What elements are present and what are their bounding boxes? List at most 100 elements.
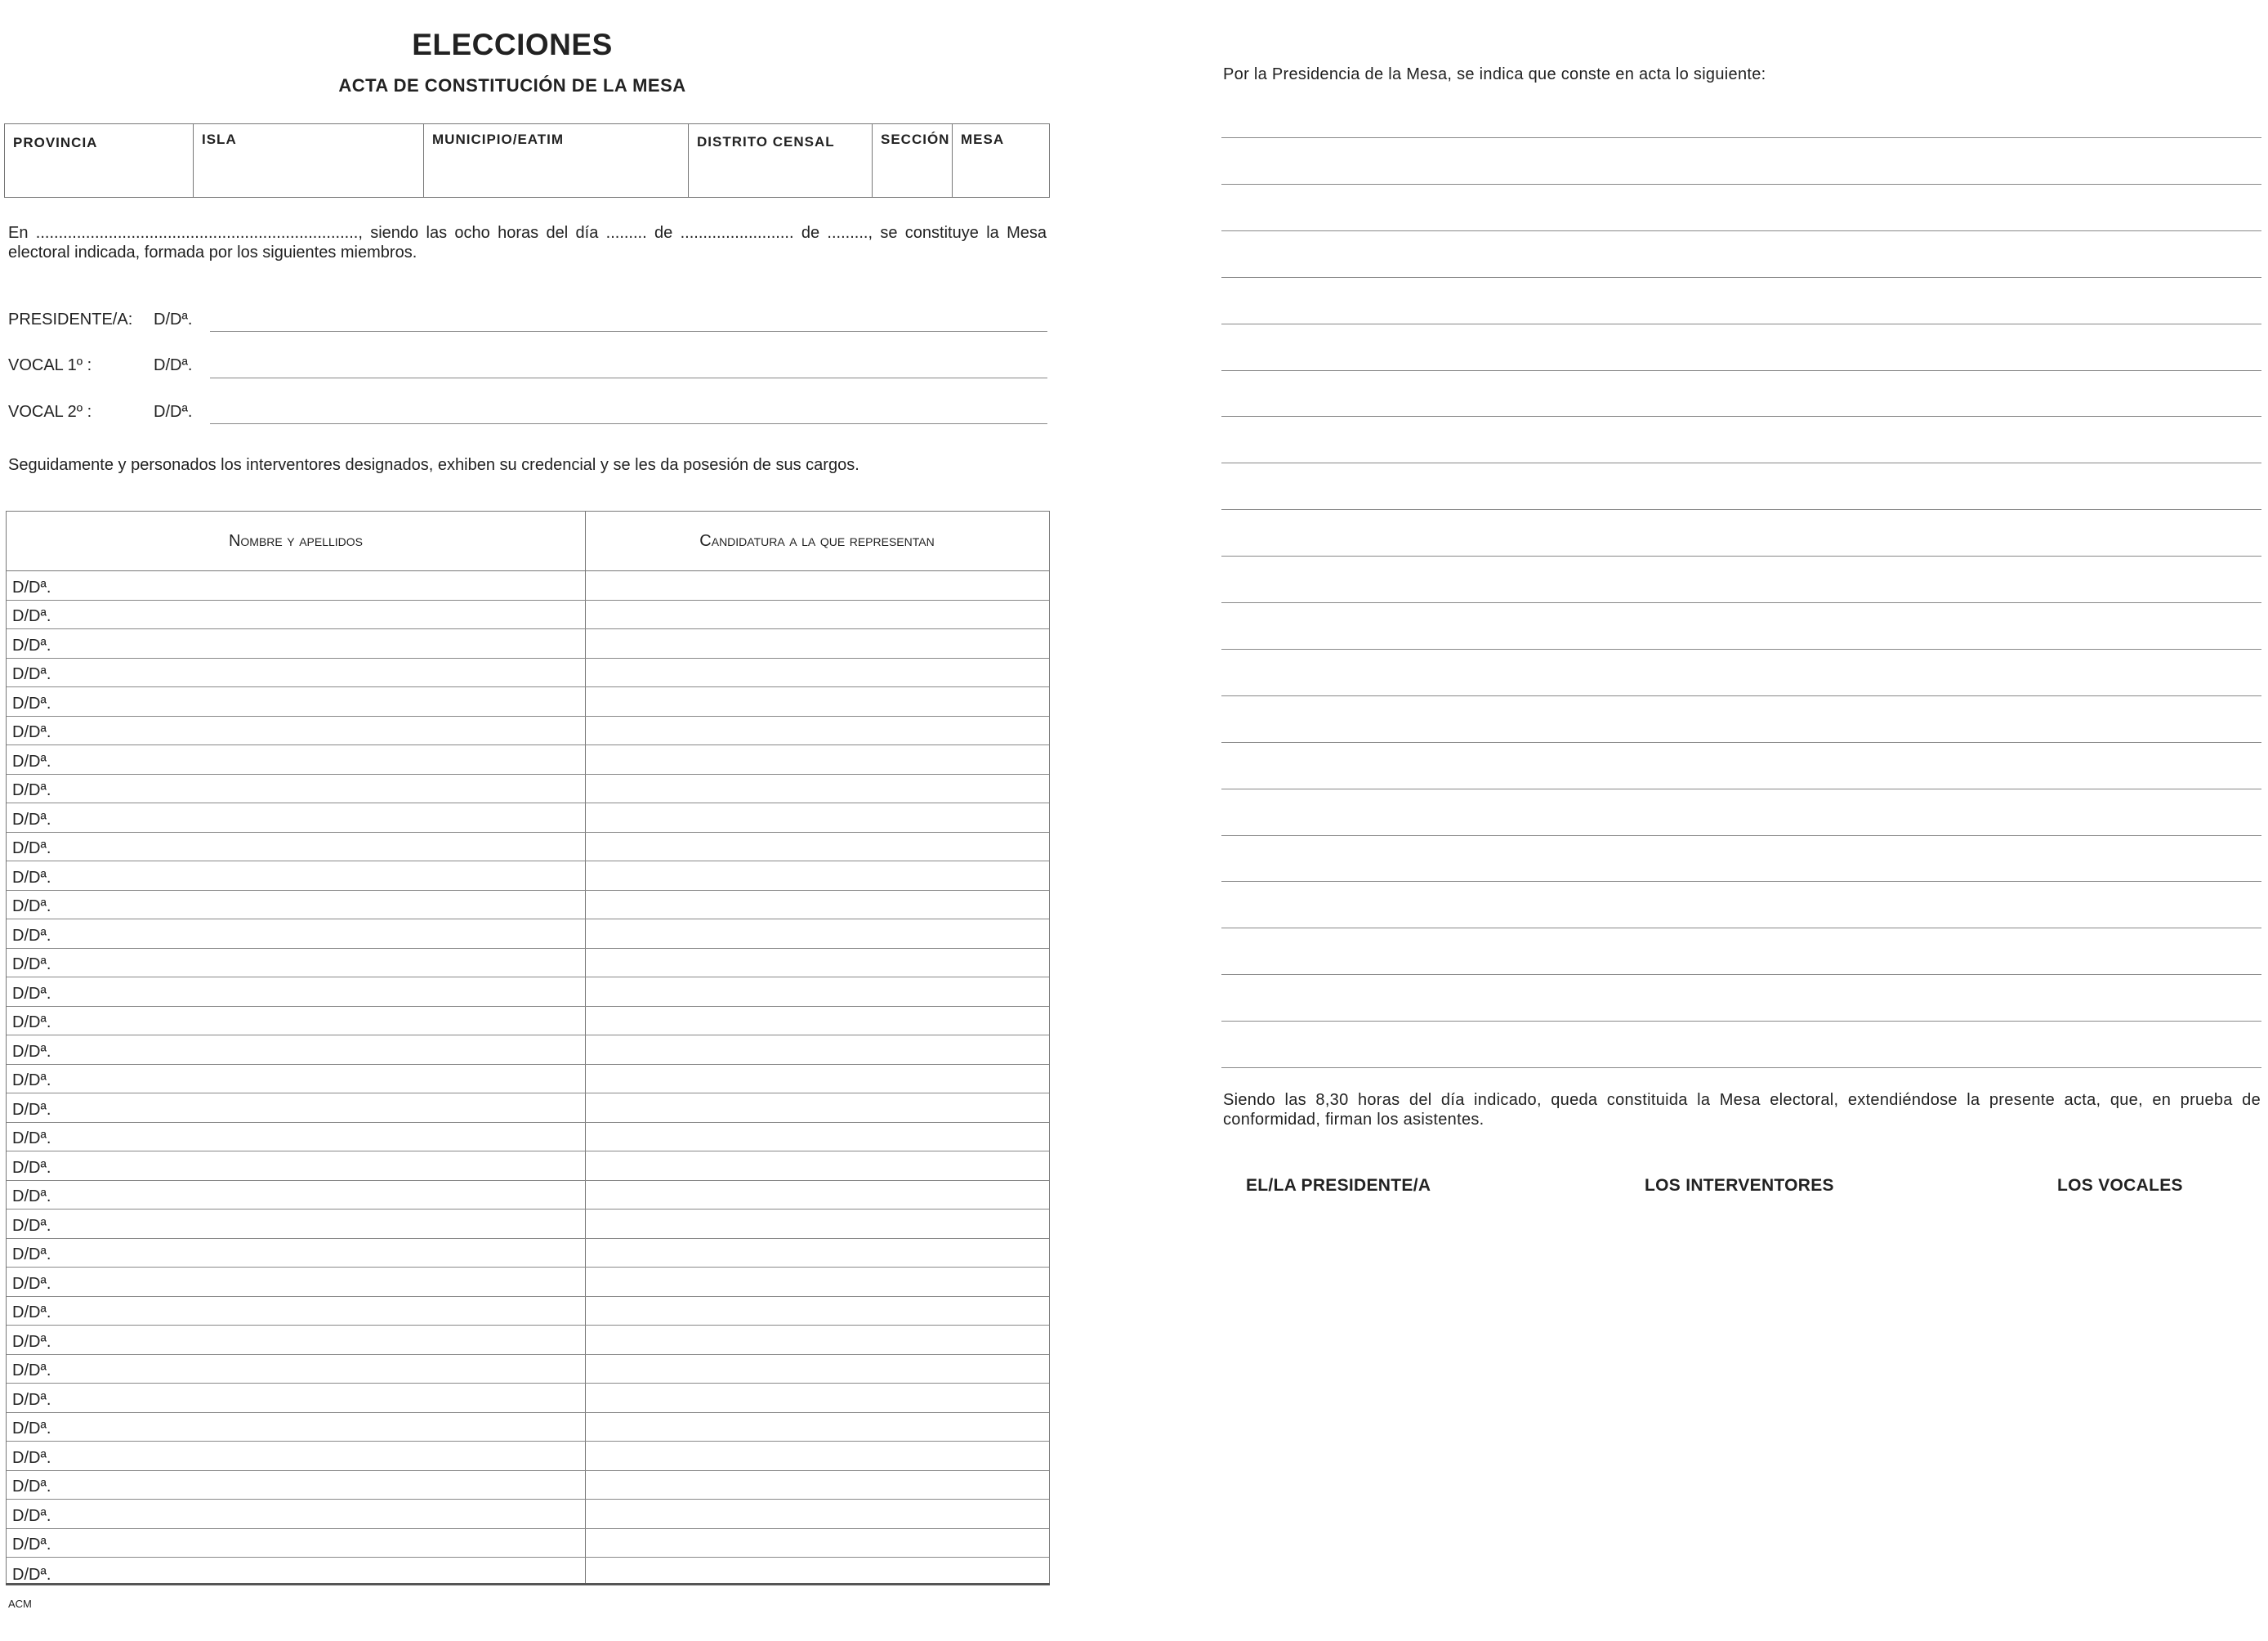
table-row[interactable]: D/Dª. <box>7 717 1049 745</box>
table-row[interactable]: D/Dª. <box>7 1413 1049 1442</box>
row-name-prefix: D/Dª. <box>12 1158 51 1177</box>
table-row[interactable]: D/Dª. <box>7 1239 1049 1268</box>
row-name-prefix: D/Dª. <box>12 1129 51 1147</box>
table-row[interactable]: D/Dª. <box>7 601 1049 629</box>
table-row[interactable]: D/Dª. <box>7 1326 1049 1355</box>
table-row[interactable]: D/Dª. <box>7 745 1049 775</box>
table-row[interactable]: D/Dª. <box>7 1035 1049 1065</box>
note-line[interactable] <box>1221 276 2261 278</box>
row-name-prefix: D/Dª. <box>12 1420 51 1438</box>
table-row[interactable]: D/Dª. <box>7 1384 1049 1413</box>
table-row[interactable]: D/Dª. <box>7 687 1049 717</box>
note-line[interactable] <box>1221 556 2261 557</box>
note-line[interactable] <box>1221 602 2261 603</box>
header-field-provincia: PROVINCIA <box>13 135 98 150</box>
note-line[interactable] <box>1221 741 2261 743</box>
vocal-2-name-line[interactable] <box>210 423 1047 424</box>
table-row[interactable]: D/Dª. <box>7 977 1049 1007</box>
table-row[interactable]: D/Dª. <box>7 1123 1049 1151</box>
note-line[interactable] <box>1221 230 2261 231</box>
row-name-prefix: D/Dª. <box>12 1536 51 1554</box>
note-line[interactable] <box>1221 416 2261 418</box>
note-line[interactable] <box>1221 509 2261 511</box>
row-name-prefix: D/Dª. <box>12 1565 51 1584</box>
table-row[interactable]: D/Dª. <box>7 1297 1049 1326</box>
row-name-prefix: D/Dª. <box>12 1506 51 1525</box>
table-row[interactable]: D/Dª. <box>7 1471 1049 1500</box>
table-row[interactable]: D/Dª. <box>7 919 1049 949</box>
table-row[interactable]: D/Dª. <box>7 1268 1049 1297</box>
header-field-distrito-censal: DISTRITO CENSAL <box>688 124 872 197</box>
header-field-seccion: SECCIÓN <box>872 124 952 197</box>
member-role-president: PRESIDENTE/A: <box>8 311 133 329</box>
table-row[interactable]: D/Dª. <box>7 861 1049 891</box>
president-name-line[interactable] <box>210 331 1047 332</box>
row-name-prefix: D/Dª. <box>12 1071 51 1089</box>
note-line[interactable] <box>1221 369 2261 371</box>
table-row[interactable]: D/Dª. <box>7 775 1049 803</box>
document-title: ELECCIONES <box>412 28 613 61</box>
notes-intro: Por la Presidencia de la Mesa, se indica… <box>1223 65 1766 83</box>
interventores-paragraph: Seguidamente y personados los intervento… <box>8 456 859 474</box>
table-row[interactable]: D/Dª. <box>7 1181 1049 1210</box>
row-name-prefix: D/Dª. <box>12 868 51 887</box>
row-name-prefix: D/Dª. <box>12 839 51 857</box>
member-prefix-president: D/Dª. <box>154 311 193 329</box>
row-name-prefix: D/Dª. <box>12 1362 51 1379</box>
note-line[interactable] <box>1221 648 2261 650</box>
row-name-prefix: D/Dª. <box>12 926 51 945</box>
closing-paragraph: Siendo las 8,30 horas del día indicado, … <box>1223 1091 2261 1129</box>
location-header-table: PROVINCIA ISLA MUNICIPIO/EATIM DISTRITO … <box>4 123 1050 198</box>
table-row[interactable]: D/Dª. <box>7 629 1049 659</box>
table-row[interactable]: D/Dª. <box>7 1500 1049 1529</box>
note-line[interactable] <box>1221 974 2261 976</box>
row-name-prefix: D/Dª. <box>12 694 51 713</box>
note-line[interactable] <box>1221 881 2261 883</box>
member-prefix-vocal-1: D/Dª. <box>154 356 193 374</box>
member-role-vocal-1: VOCAL 1º : <box>8 356 92 374</box>
note-line[interactable] <box>1221 183 2261 185</box>
note-line[interactable] <box>1221 1021 2261 1022</box>
table-row[interactable]: D/Dª. <box>7 1065 1049 1093</box>
header-field-isla: ISLA <box>193 124 423 197</box>
row-name-prefix: D/Dª. <box>12 607 51 625</box>
row-name-prefix: D/Dª. <box>12 781 51 799</box>
table-row[interactable]: D/Dª. <box>7 571 1049 601</box>
table-row[interactable]: D/Dª. <box>7 1007 1049 1035</box>
row-name-prefix: D/Dª. <box>12 1332 51 1351</box>
table-row[interactable]: D/Dª. <box>7 1151 1049 1181</box>
header-field-municipio: MUNICIPIO/EATIM <box>423 124 688 197</box>
column-header-candidacy: Candidatura a la que representan <box>699 531 935 550</box>
table-row[interactable]: D/Dª. <box>7 659 1049 687</box>
table-row[interactable]: D/Dª. <box>7 1093 1049 1123</box>
note-line[interactable] <box>1221 834 2261 836</box>
table-row[interactable]: D/Dª. <box>7 891 1049 919</box>
table-row[interactable]: D/Dª. <box>7 803 1049 833</box>
row-name-prefix: D/Dª. <box>12 1274 51 1293</box>
roster-header: Nombre y apellidos Candidatura a la que … <box>7 512 1049 571</box>
table-row[interactable]: D/Dª. <box>7 1355 1049 1384</box>
row-name-prefix: D/Dª. <box>12 1100 51 1119</box>
signature-interventores: LOS INTERVENTORES <box>1645 1176 1834 1195</box>
row-name-prefix: D/Dª. <box>12 897 51 915</box>
note-line[interactable] <box>1221 1067 2261 1068</box>
row-name-prefix: D/Dª. <box>12 1390 51 1409</box>
table-row[interactable]: D/Dª. <box>7 1442 1049 1471</box>
table-row[interactable]: D/Dª. <box>7 949 1049 977</box>
row-name-prefix: D/Dª. <box>12 1478 51 1496</box>
intro-paragraph: En .....................................… <box>8 224 1047 262</box>
table-row[interactable]: D/Dª. <box>7 1529 1049 1558</box>
table-row[interactable]: D/Dª. <box>7 833 1049 861</box>
interventores-table: Nombre y apellidos Candidatura a la que … <box>6 511 1050 1585</box>
header-field-mesa: MESA <box>952 124 1050 197</box>
note-line[interactable] <box>1221 137 2261 138</box>
signature-vocales: LOS VOCALES <box>2057 1176 2183 1195</box>
member-prefix-vocal-2: D/Dª. <box>154 403 193 421</box>
row-name-prefix: D/Dª. <box>12 984 51 1003</box>
row-name-prefix: D/Dª. <box>12 752 51 771</box>
column-header-name: Nombre y apellidos <box>228 531 364 550</box>
row-name-prefix: D/Dª. <box>12 810 51 829</box>
note-line[interactable] <box>1221 695 2261 696</box>
table-row[interactable]: D/Dª. <box>7 1210 1049 1239</box>
row-name-prefix: D/Dª. <box>12 723 51 741</box>
